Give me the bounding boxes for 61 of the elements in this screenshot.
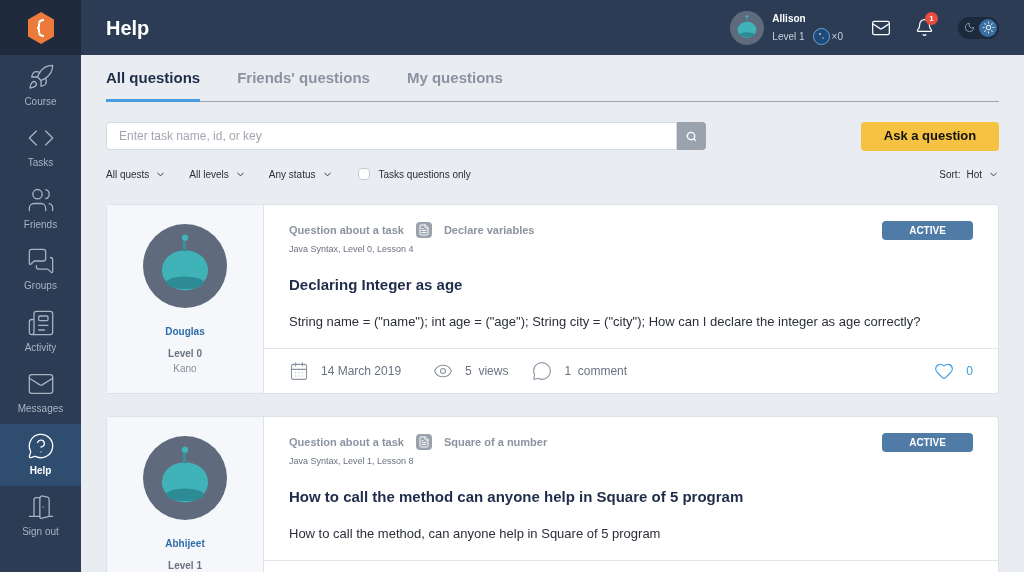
checkbox[interactable] bbox=[357, 168, 370, 180]
rocket-icon bbox=[26, 62, 55, 91]
logo-icon[interactable] bbox=[25, 11, 56, 44]
door-icon bbox=[26, 493, 55, 522]
comment-count[interactable]: 1 comment bbox=[564, 361, 628, 380]
user-avatar bbox=[730, 10, 765, 45]
author-name[interactable]: Douglas bbox=[165, 323, 205, 339]
ask-question-button[interactable]: Ask a question bbox=[861, 121, 999, 151]
question-title[interactable]: How to call the method can anyone help in Square of 5 program bbox=[289, 486, 973, 509]
task-link[interactable]: Square of a number bbox=[443, 433, 548, 451]
chat-bubbles-icon bbox=[26, 247, 55, 276]
nav-item[interactable]: Activity bbox=[0, 301, 81, 363]
view-count: 5 views bbox=[465, 362, 509, 380]
newspaper-icon bbox=[26, 308, 55, 337]
user-name[interactable]: Allison bbox=[772, 10, 843, 26]
nav-item[interactable]: Friends bbox=[0, 178, 81, 240]
filter-dropdown[interactable]: Any status bbox=[268, 166, 333, 182]
like-count: 0 bbox=[966, 362, 973, 380]
nav-item[interactable]: Sign out bbox=[0, 485, 81, 547]
sun-icon bbox=[981, 21, 995, 34]
coin-icon bbox=[812, 27, 830, 45]
author-level: Level 0 bbox=[168, 346, 202, 361]
tab[interactable]: All questions bbox=[106, 67, 201, 102]
sort-label: Sort: bbox=[939, 167, 961, 182]
theme-toggle[interactable] bbox=[958, 16, 999, 39]
filter-dropdown[interactable]: All quests bbox=[106, 166, 167, 182]
status-badge: ACTIVE bbox=[882, 432, 973, 452]
author-rank: Kano bbox=[173, 361, 197, 376]
nav-item[interactable]: Groups bbox=[0, 239, 81, 301]
bell-icon[interactable] bbox=[915, 18, 934, 37]
moon-icon bbox=[963, 22, 975, 33]
question-title[interactable]: Declaring Integer as age bbox=[289, 274, 973, 297]
lesson-info: Java Syntax, Level 1, Lesson 8 bbox=[289, 454, 415, 468]
page-title: Help bbox=[106, 15, 150, 41]
lesson-info: Java Syntax, Level 0, Lesson 4 bbox=[289, 242, 415, 256]
question-date: 14 March 2019 bbox=[321, 362, 402, 380]
help-icon bbox=[26, 431, 55, 460]
calendar-icon bbox=[289, 360, 309, 381]
author-level: Level 1 bbox=[168, 558, 202, 572]
status-badge: ACTIVE bbox=[882, 220, 973, 240]
checkbox-label: Tasks questions only bbox=[378, 167, 471, 182]
question-type: Question about a task bbox=[289, 434, 404, 450]
sort-dropdown[interactable]: Hot bbox=[966, 166, 999, 182]
search-icon bbox=[686, 130, 697, 142]
coin-count: ×0 bbox=[831, 29, 843, 44]
user-level: Level 1 bbox=[772, 29, 805, 44]
question-type: Question about a task bbox=[289, 222, 404, 238]
author-name[interactable]: Abhijeet bbox=[165, 535, 205, 551]
nav-item[interactable]: Tasks bbox=[0, 116, 81, 178]
task-link[interactable]: Declare variables bbox=[443, 221, 535, 239]
document-icon bbox=[415, 434, 432, 450]
nav-item[interactable]: Course bbox=[0, 55, 81, 117]
nav-item[interactable]: Messages bbox=[0, 362, 81, 424]
filter-dropdown[interactable]: All levels bbox=[189, 166, 246, 182]
notification-badge: 1 bbox=[925, 12, 938, 25]
document-icon bbox=[415, 222, 432, 238]
search-field[interactable]: Enter task name, id, or key bbox=[106, 122, 677, 150]
question-body: String name = ("name"); int age = ("age"); String city = ("city"); How can I declare the integer as age correctly? bbox=[289, 312, 922, 331]
comment-icon bbox=[532, 360, 553, 381]
question-body: How to call the method, can anyone help in Square of 5 program bbox=[289, 524, 662, 543]
nav-item[interactable]: Help bbox=[0, 424, 81, 486]
